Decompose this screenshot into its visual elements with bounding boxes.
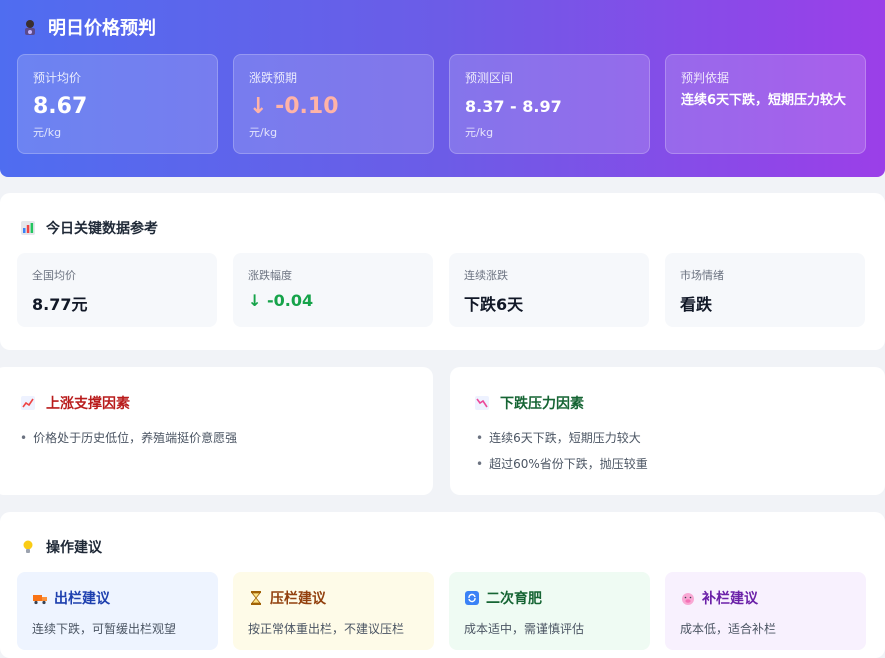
advice-card-title: 出栏建议 [32,588,203,608]
card-value: 8.77元 [32,295,88,314]
chart-decreasing-icon [474,395,490,411]
card-value: 连续6天下跌，短期压力较大 [681,93,847,108]
up-factors-panel: 上涨支撑因素 价格处于历史低位，养殖端挺价意愿强 [0,367,433,495]
header-title: 明日价格预判 [20,14,156,40]
pig-icon [680,590,696,606]
card-value: 8.67 [33,94,88,119]
advice-card-desc: 按正常体重出栏，不建议压栏 [248,622,405,636]
streak-card: 连续涨跌 下跌6天 [449,253,649,327]
card-label: 市场情绪 [680,269,724,282]
advice-card-title: 压栏建议 [248,588,419,608]
card-value: ↓ -0.10 [249,94,339,119]
fortune-teller-icon [20,17,40,37]
down-factors-panel: 下跌压力因素 连续6天下跌，短期压力较大 超过60%省份下跌，抛压较重 [450,367,885,495]
up-factor-item: 价格处于历史低位，养殖端挺价意愿强 [20,429,237,446]
refresh-icon [464,590,480,606]
forecast-basis-card: 预判依据 连续6天下跌，短期压力较大 [665,54,866,154]
refatten-advice-card: 二次育肥 成本适中，需谨慎评估 [449,572,650,650]
advice-card-title: 二次育肥 [464,588,635,608]
card-label: 连续涨跌 [464,269,508,282]
card-value: 看跌 [680,295,713,314]
hold-advice-card: 压栏建议 按正常体重出栏，不建议压栏 [233,572,434,650]
down-factors-title: 下跌压力因素 [474,393,584,413]
change-amount-card: 涨跌幅度 ↓ -0.04 [233,253,433,327]
lightbulb-icon [20,539,36,555]
hourglass-icon [248,590,264,606]
card-unit: 元/kg [33,126,62,139]
chart-increasing-icon [20,395,36,411]
key-data-title: 今日关键数据参考 [20,218,158,238]
card-unit: 元/kg [465,126,494,139]
forecast-header: 明日价格预判 预计均价 8.67 元/kg 涨跌预期 ↓ -0.10 元/kg … [0,0,885,177]
card-label: 预测区间 [465,71,514,85]
card-unit: 元/kg [249,126,278,139]
card-value: 8.37 - 8.97 [465,97,562,116]
card-label: 涨跌预期 [249,71,298,85]
sell-advice-card: 出栏建议 连续下跌，可暂缓出栏观望 [17,572,218,650]
bar-chart-icon [20,220,36,236]
market-sentiment-card: 市场情绪 看跌 [665,253,865,327]
advice-card-title: 补栏建议 [680,588,851,608]
expected-price-card: 预计均价 8.67 元/kg [17,54,218,154]
up-factors-title: 上涨支撑因素 [20,393,130,413]
card-label: 涨跌幅度 [248,269,292,282]
card-value: 下跌6天 [464,295,524,314]
card-label: 预判依据 [681,71,730,85]
national-average-card: 全国均价 8.77元 [17,253,217,327]
card-label: 全国均价 [32,269,76,282]
advice-card-desc: 成本适中，需谨慎评估 [464,622,585,636]
price-range-card: 预测区间 8.37 - 8.97 元/kg [449,54,650,154]
advice-title: 操作建议 [20,537,102,557]
change-forecast-card: 涨跌预期 ↓ -0.10 元/kg [233,54,434,154]
restock-advice-card: 补栏建议 成本低，适合补栏 [665,572,866,650]
card-value: ↓ -0.04 [248,291,314,310]
down-factor-item: 超过60%省份下跌，抛压较重 [476,455,648,472]
card-label: 预计均价 [33,71,82,85]
down-factor-item: 连续6天下跌，短期压力较大 [476,429,641,446]
advice-card-desc: 连续下跌，可暂缓出栏观望 [32,622,177,636]
advice-card-desc: 成本低，适合补栏 [680,622,777,636]
truck-icon [32,590,48,606]
